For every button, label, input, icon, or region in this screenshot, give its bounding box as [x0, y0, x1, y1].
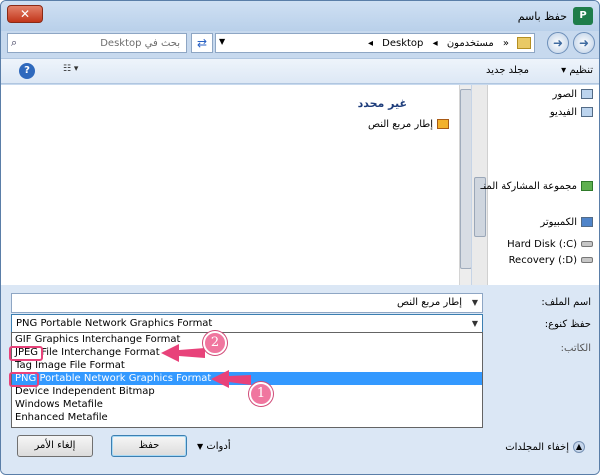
hide-folders-toggle[interactable]: ▲ إخفاء المجلدات: [505, 441, 585, 453]
step-badge-1: 1: [249, 382, 273, 406]
step-badge-2: 2: [203, 331, 227, 355]
hide-folders-label: إخفاء المجلدات: [505, 442, 569, 453]
tools-label: أدوات: [206, 441, 231, 452]
save-as-dialog: P حفظ باسم ✕ ⌕ بحث في Desktop ⇄ ▼ « مستخ…: [0, 0, 600, 475]
arrow-to-jpeg: [161, 344, 205, 362]
annotation-arrows: [161, 344, 251, 388]
cancel-button[interactable]: إلغاء الأمر: [17, 435, 93, 457]
chevron-down-icon: ▼: [197, 442, 204, 451]
arrow-to-png: [211, 370, 251, 388]
tools-menu[interactable]: أدوات ▼: [197, 441, 231, 452]
save-button[interactable]: حفظ: [111, 435, 187, 457]
chevron-up-icon: ▲: [573, 441, 585, 453]
